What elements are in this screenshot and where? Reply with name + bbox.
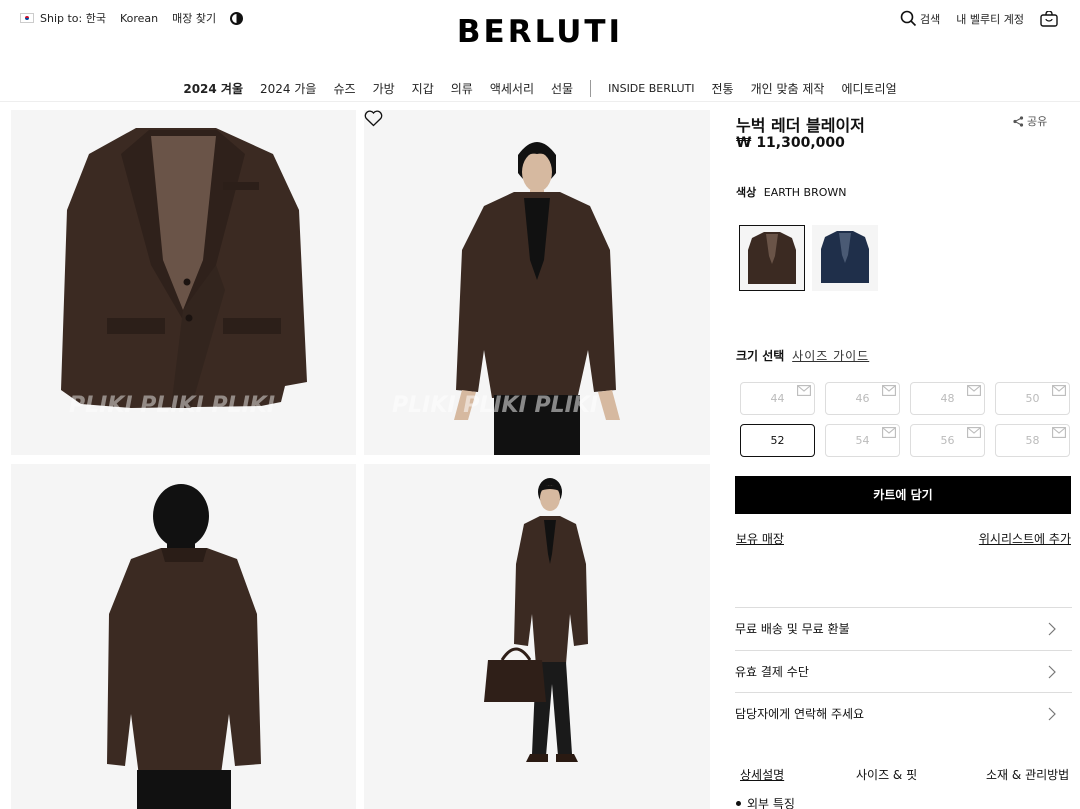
nav-item-inside-berluti[interactable]: INSIDE BERLUTI [608,82,694,95]
watermark-text: PLIKI PLIKI PLIKI [69,393,275,418]
full-body-image [484,478,588,762]
model-back-image [107,484,261,809]
size-option-52[interactable]: 52 [740,424,815,457]
size-value: 58 [1025,434,1040,447]
nav-item-bags[interactable]: 가방 [373,80,395,97]
share-button[interactable]: 공유 [1013,113,1047,129]
accordion-free-shipping[interactable]: 무료 배송 및 무료 환불 [735,607,1072,649]
accordion-label: 담당자에게 연락해 주세요 [735,707,865,721]
model-front-image: PLIKI PLIKI PLIKI [392,142,620,455]
size-option-54[interactable]: 54 [825,424,900,457]
add-to-cart-button[interactable]: 카트에 담기 [735,476,1071,514]
tab-material-care[interactable]: 소재 & 관리방법 [986,766,1069,783]
top-header: Ship to: 한국 Korean 매장 찾기 BERLUTI 검색 내 벨루… [0,0,1080,66]
search-button[interactable]: 검색 [900,10,940,27]
nav-divider [590,79,592,97]
size-selection-header: 크기 선택 사이즈 가이드 [736,347,869,364]
navy-jacket-thumbnail [821,231,869,283]
accordion-contact[interactable]: 담당자에게 연락해 주세요 [735,692,1072,734]
notify-mail-icon [882,427,896,438]
size-value: 52 [770,434,785,447]
color-value: EARTH BROWN [763,186,847,199]
notify-mail-icon [967,385,981,396]
chevron-right-icon [1048,665,1056,679]
color-label-row: 색상 EARTH BROWN [736,184,847,200]
size-option-56[interactable]: 56 [910,424,985,457]
bullet-dot [736,801,741,806]
main-navigation: 2024 겨울 2024 가을 슈즈 가방 지갑 의류 액세서리 선물 INSI… [0,76,1080,100]
nav-item-shoes[interactable]: 슈즈 [333,80,355,97]
search-label: 검색 [920,12,941,26]
nav-item-wallets[interactable]: 지갑 [412,80,434,97]
details-bullet: 외부 특징 [736,795,795,809]
size-label: 크기 선택 [736,349,785,363]
chevron-right-icon [1048,622,1056,636]
size-value: 56 [940,434,955,447]
product-image-model-back[interactable] [11,464,356,809]
nav-item-winter-2024[interactable]: 2024 겨울 [183,80,243,97]
tab-details[interactable]: 상세설명 [740,766,784,783]
notify-mail-icon [967,427,981,438]
color-swatch-earth-brown[interactable] [739,225,805,291]
top-utility-right: 검색 내 벨루티 계정 [900,10,1058,27]
wishlist-heart-icon[interactable] [364,110,383,127]
nav-item-autumn-2024[interactable]: 2024 가을 [260,80,316,97]
size-value: 44 [770,392,785,405]
details-bullet-text: 외부 특징 [747,797,795,809]
header-divider [0,101,1080,102]
notify-mail-icon [882,385,896,396]
nav-item-gifts[interactable]: 선물 [551,80,573,97]
search-icon [900,10,917,27]
size-option-44[interactable]: 44 [740,382,815,415]
color-label: 색상 [736,186,757,199]
color-swatch-navy[interactable] [812,225,878,291]
product-title: 누벅 레더 블레이저 [736,116,865,135]
size-option-58[interactable]: 58 [995,424,1070,457]
notify-mail-icon [1052,385,1066,396]
brown-jacket-thumbnail [748,232,796,284]
share-label: 공유 [1027,115,1048,128]
accordion-label: 유효 결제 수단 [735,665,809,679]
watermark-text-2: PLIKI PLIKI PLIKI [392,393,598,418]
size-value: 48 [940,392,955,405]
account-link[interactable]: 내 벨루티 계정 [956,11,1024,27]
shopping-bag-icon[interactable] [1040,10,1058,27]
chevron-right-icon [1048,707,1056,721]
tab-size-fit[interactable]: 사이즈 & 핏 [856,766,917,783]
product-image-full-body[interactable] [364,464,710,809]
product-image-model-front[interactable]: PLIKI PLIKI PLIKI [364,110,710,455]
accordion-label: 무료 배송 및 무료 환불 [735,622,850,636]
size-value: 54 [855,434,870,447]
store-availability-link[interactable]: 보유 매장 [736,530,784,547]
notify-mail-icon [1052,427,1066,438]
nav-item-clothing[interactable]: 의류 [451,80,473,97]
accordion-payment-methods[interactable]: 유효 결제 수단 [735,650,1072,692]
size-value: 46 [855,392,870,405]
size-option-46[interactable]: 46 [825,382,900,415]
add-to-wishlist-link[interactable]: 위시리스트에 추가 [979,530,1071,547]
size-value: 50 [1025,392,1040,405]
blazer-flat-image: PLIKI PLIKI PLIKI [61,128,307,418]
nav-item-heritage[interactable]: 전통 [711,80,733,97]
notify-mail-icon [797,385,811,396]
product-price: ₩ 11,300,000 [736,135,845,151]
size-guide-link[interactable]: 사이즈 가이드 [792,349,869,363]
product-image-front[interactable]: PLIKI PLIKI PLIKI [11,110,356,455]
nav-item-editorial[interactable]: 에디토리얼 [841,80,896,97]
nav-item-accessories[interactable]: 액세서리 [490,80,534,97]
size-option-48[interactable]: 48 [910,382,985,415]
nav-item-bespoke[interactable]: 개인 맞춤 제작 [751,80,825,97]
share-icon [1013,115,1024,127]
size-option-50[interactable]: 50 [995,382,1070,415]
